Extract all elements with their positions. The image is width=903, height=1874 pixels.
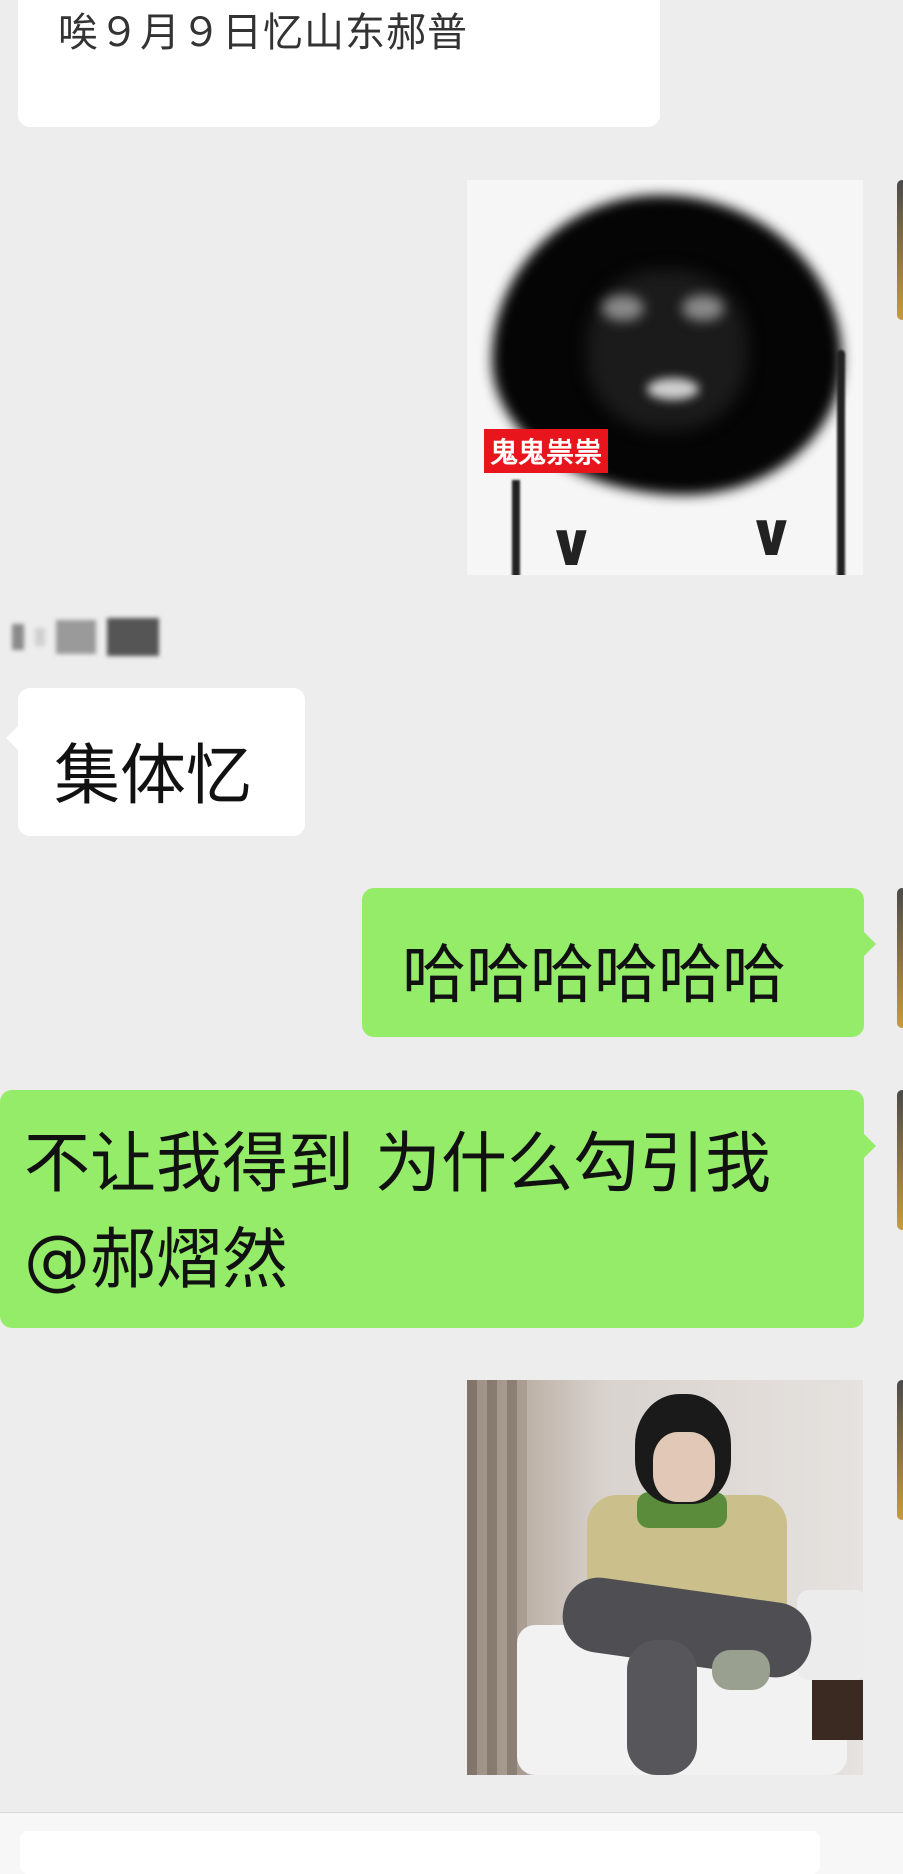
sticker-caption: 鬼鬼祟祟 (484, 429, 609, 473)
photo-person-leg (627, 1640, 697, 1775)
sender-name (12, 618, 172, 666)
sticker-hand-left: ∨ (547, 510, 596, 575)
photo-person-shoe (712, 1650, 770, 1690)
message-text: 哈哈哈哈哈哈 (402, 939, 786, 1013)
photo-person-face (653, 1432, 715, 1502)
photo-table (812, 1680, 863, 1740)
message-text: 唉９月９日忆山东郝普 (58, 10, 468, 56)
message-bubble-incoming[interactable]: 唉９月９日忆山东郝普 (18, 0, 660, 127)
avatar[interactable] (897, 180, 903, 320)
sticker-image[interactable]: ∨ ∨ 鬼鬼祟祟 (467, 180, 863, 575)
avatar[interactable] (897, 1090, 903, 1230)
sticker-eye (682, 295, 724, 321)
message-text: 集体忆 (54, 737, 252, 814)
sticker-outline (837, 350, 845, 575)
message-text: 不让我得到 为什么勾引我 @郝熠然 (24, 1125, 771, 1298)
avatar[interactable] (897, 888, 903, 1028)
sticker-hand-right: ∨ (747, 500, 796, 570)
message-bubble-incoming[interactable]: 集体忆 (6, 688, 305, 836)
message-input[interactable] (20, 1831, 820, 1874)
sticker-face (587, 270, 747, 430)
input-bar (0, 1812, 903, 1874)
avatar[interactable] (897, 1380, 903, 1520)
message-bubble-outgoing[interactable]: 哈哈哈哈哈哈 (362, 888, 876, 1037)
sticker-eye (602, 295, 644, 321)
sticker-mouth (647, 378, 699, 400)
sticker-outline (512, 480, 520, 575)
photo-image[interactable] (467, 1380, 863, 1775)
message-bubble-outgoing[interactable]: 不让我得到 为什么勾引我 @郝熠然 (0, 1090, 876, 1328)
